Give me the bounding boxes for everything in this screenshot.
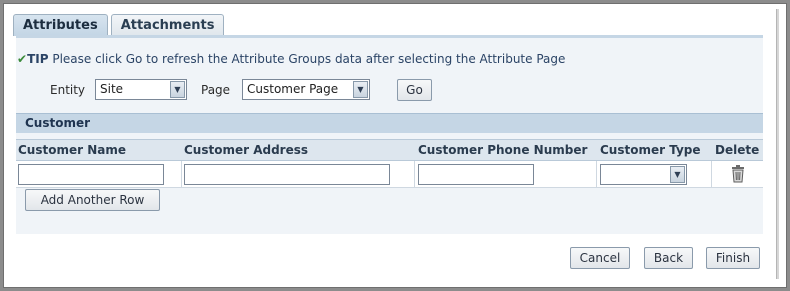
go-button[interactable]: Go [397,79,432,101]
table-row: ▼ [16,161,763,188]
dropdown-arrow-icon[interactable]: ▼ [170,81,185,98]
back-button[interactable]: Back [644,247,693,269]
column-header: Customer Address [184,143,309,157]
column-header: Customer Name [18,143,126,157]
customer-address-input[interactable] [184,164,390,185]
page-label: Page [201,83,231,97]
page-select[interactable]: Customer Page ▼ [242,79,370,100]
customer-phone-input[interactable] [418,164,534,185]
cancel-button[interactable]: Cancel [570,247,630,269]
customer-type-select[interactable]: ▼ [600,164,687,185]
cell-divider [596,161,597,188]
finish-button[interactable]: Finish [706,247,760,269]
entity-label: Entity [50,83,86,97]
tab-attributes[interactable]: Attributes [13,14,108,36]
trash-icon[interactable] [731,165,745,183]
cell-divider [414,161,415,188]
tip-label: TIP [27,52,49,66]
dropdown-arrow-icon[interactable]: ▼ [670,166,685,183]
tip-text: Please click Go to refresh the Attribute… [48,52,566,66]
section-header: Customer [16,113,763,133]
scrollbar[interactable] [776,9,779,279]
tab-attachments[interactable]: Attachments [110,14,225,36]
tip-message: ✔TIP Please click Go to refresh the Attr… [17,52,565,66]
page-select-value: Customer Page [247,82,339,96]
tab-bar: Attributes Attachments [13,14,225,36]
column-header: Customer Phone Number [418,143,588,157]
cell-divider [181,161,182,188]
table-header: Customer Name Customer Address Customer … [16,139,763,161]
cell-divider [711,161,712,188]
check-icon: ✔ [17,52,28,66]
customer-name-input[interactable] [18,164,164,185]
entity-select-value: Site [100,82,124,96]
column-header: Customer Type [600,143,701,157]
attributes-panel: ✔TIP Please click Go to refresh the Attr… [16,35,763,234]
column-header: Delete [715,143,760,157]
dropdown-arrow-icon[interactable]: ▼ [353,81,368,98]
entity-select[interactable]: Site ▼ [95,79,187,100]
table-footer: Add Another Row [16,188,763,234]
add-another-row-button[interactable]: Add Another Row [25,189,160,211]
